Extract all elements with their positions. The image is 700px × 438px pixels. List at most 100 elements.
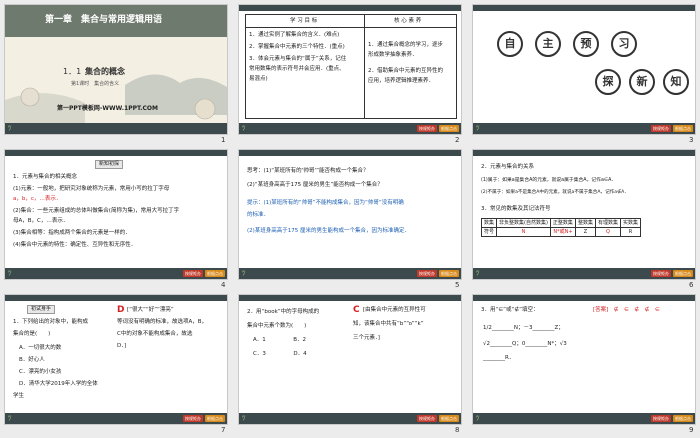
char-circle: 主 xyxy=(535,31,561,57)
slide-number: 1 xyxy=(221,136,226,144)
explanation-line: [由集合中元素的互异性可 xyxy=(363,307,426,313)
nav-button-exercise[interactable]: 按规矩办 xyxy=(183,415,203,422)
body-line: (2)“某班身高高于175 厘米的男生”能否构成一个集合？ xyxy=(247,182,383,188)
body-line: (1)属于：如果a是集合A的元素，就说a属于集合A，记作a∈A． xyxy=(481,178,617,183)
question-line: 集合中元素个数为( ) xyxy=(247,323,307,329)
char-circle: 预 xyxy=(573,31,599,57)
top-bar xyxy=(473,150,695,156)
leaf-icon: ﾂ xyxy=(8,124,12,132)
body-line: (2)不属于：如果a不是集合A中的元素，就说a不属于集合A，记作a∉A． xyxy=(481,190,629,195)
answer-letter: C xyxy=(353,305,360,315)
option-line: C．漂亮的小女孩 xyxy=(19,369,62,375)
slide-2[interactable]: 学 习 目 标 核 心 素 养 1．通过实例了解集合的含义．(难点) 2．掌握集… xyxy=(238,4,462,135)
nav-button-homework[interactable]: 根据点击 xyxy=(439,125,459,132)
table-header-cell: 数集 xyxy=(480,218,498,228)
explanation-line: 三个元素．] xyxy=(353,335,380,341)
top-bar xyxy=(239,295,461,301)
top-bar xyxy=(473,295,695,301)
slide-4[interactable]: 新知初探 1．元素与集合的相关概念 (1)元素：一般地，把研究对象统称为元素，常… xyxy=(4,149,228,280)
slide-3[interactable]: 自 主 预 习 探 新 知 ﾂ 按规矩办 根据点击 xyxy=(472,4,696,135)
body-line: (1)元素：一般地，把研究对象统称为元素，常用小写的拉丁字母 xyxy=(13,186,170,192)
core-line: 1．通过集合概念的学习，逐步 xyxy=(368,42,444,48)
nav-button-exercise[interactable]: 按规矩办 xyxy=(651,125,671,132)
question-line: 1/2________N；－3________Z； xyxy=(483,325,564,331)
nav-button-homework[interactable]: 根据点击 xyxy=(673,415,693,422)
option-line: A．一切很大的数 xyxy=(19,345,62,351)
top-bar xyxy=(5,295,227,301)
nav-button-exercise[interactable]: 按规矩办 xyxy=(417,415,437,422)
nav-button-homework[interactable]: 根据点击 xyxy=(439,270,459,277)
option-line: A．1 B．2 xyxy=(253,337,307,343)
body-line: 的标准． xyxy=(247,212,270,218)
leaf-icon: ﾂ xyxy=(476,414,480,422)
nav-button-homework[interactable]: 根据点击 xyxy=(673,270,693,277)
option-line: B．好心人 xyxy=(19,357,45,363)
explanation-line: [“很大”“好”“漂亮” xyxy=(127,307,174,313)
slide-6[interactable]: 2．元素与集合的关系 (1)属于：如果a是集合A的元素，就说a属于集合A，记作a… xyxy=(472,149,696,280)
table-cell: Z xyxy=(574,227,596,237)
core-head: 核 心 素 养 xyxy=(394,18,422,24)
body-line: (2)某班身高高于175 厘米的男生能构成一个集合，因为标准确定． xyxy=(247,228,411,234)
nav-button-homework[interactable]: 根据点击 xyxy=(205,270,225,277)
nav-button-homework[interactable]: 根据点击 xyxy=(673,125,693,132)
body-line: 2．元素与集合的关系 xyxy=(481,164,534,170)
option-line: C．3 D．4 xyxy=(253,351,307,357)
nav-button-exercise[interactable]: 按规矩办 xyxy=(417,270,437,277)
bottom-bar xyxy=(5,123,227,134)
body-line: (2)集合：一些元素组成的总体叫做集合(简称为集)，常用大写拉丁字 xyxy=(13,208,180,214)
top-bar xyxy=(473,5,695,11)
body-line: (4)集合中元素的特性：确定性、互异性和无序性． xyxy=(13,242,137,248)
table-header-cell: 非负整数集(自然数集) xyxy=(496,218,551,228)
core-line: 形成数学抽象素养． xyxy=(368,52,418,58)
nav-button-exercise[interactable]: 按规矩办 xyxy=(651,270,671,277)
explanation-line: D．] xyxy=(117,343,127,349)
goal-table: 学 习 目 标 核 心 素 养 1．通过实例了解集合的含义．(难点) 2．掌握集… xyxy=(245,14,457,119)
question-line: 集合的是( ) xyxy=(13,331,51,337)
slide-number: 6 xyxy=(689,281,694,289)
body-line: a，b，c，…表示． xyxy=(13,196,62,202)
leaf-icon: ﾂ xyxy=(476,124,480,132)
section-title: 集合的概念 xyxy=(85,67,125,76)
body-line: (3)集合相等：指构成两个集合的元素是一样的． xyxy=(13,230,131,236)
nav-button-exercise[interactable]: 按规矩办 xyxy=(417,125,437,132)
leaf-icon: ﾂ xyxy=(242,124,246,132)
body-line: 母A，B，C，…表示． xyxy=(13,218,69,224)
table-cell: R xyxy=(619,227,641,237)
slide-number: 3 xyxy=(689,136,694,144)
slide-8[interactable]: 2．用“book”中的字母构成的 集合中元素个数为( ) A．1 B．2 C．3… xyxy=(238,294,462,425)
body-line: 思考：(1)“某班所有的‘帅哥’”能否构成一个集合？ xyxy=(247,168,369,174)
nav-button-homework[interactable]: 根据点击 xyxy=(205,415,225,422)
slide-number: 8 xyxy=(455,426,460,434)
core-line: 应用，培养逻辑推理素养． xyxy=(368,78,435,84)
nav-button-exercise[interactable]: 按规矩办 xyxy=(651,415,671,422)
slide-1[interactable]: 第一章 集合与常用逻辑用语 1．1 集合的概念 第1课时 集合的含义 第一PPT… xyxy=(4,4,228,135)
question-line: 1．下列给出的对象中，能构成 xyxy=(13,319,89,325)
leaf-icon: ﾂ xyxy=(242,269,246,277)
slide-number: 5 xyxy=(455,281,460,289)
leaf-icon: ﾂ xyxy=(242,414,246,422)
top-bar xyxy=(239,150,461,156)
section-number: 1．1 xyxy=(63,67,82,76)
explanation-line: 知，该集合中共有“b”“o”“k” xyxy=(353,321,424,327)
char-circle: 自 xyxy=(497,31,523,57)
nav-button-exercise[interactable]: 按规矩办 xyxy=(183,270,203,277)
slide-7[interactable]: 初试身手 1．下列给出的对象中，能构成 集合的是( ) A．一切很大的数 B．好… xyxy=(4,294,228,425)
body-line: 3．常见的数集及其记法符号 xyxy=(481,206,551,212)
core-line: 2．借助集合中元素的互异性的 xyxy=(368,68,444,74)
top-bar xyxy=(5,150,227,156)
top-bar xyxy=(239,5,461,11)
slide-5[interactable]: 思考：(1)“某班所有的‘帅哥’”能否构成一个集合？ (2)“某班身高高于175… xyxy=(238,149,462,280)
nav-button-homework[interactable]: 根据点击 xyxy=(439,415,459,422)
char-circle: 探 xyxy=(595,69,621,95)
leaf-icon: ﾂ xyxy=(476,269,480,277)
answer-text: [答案] ∉ ∈ ∉ ∉ ∈ xyxy=(593,307,660,313)
slide-number: 2 xyxy=(455,136,460,144)
body-line: 1．元素与集合的相关概念 xyxy=(13,174,78,180)
table-header-cell: 实数集 xyxy=(619,218,641,228)
slide-9[interactable]: 3．用“∈”或“∉”填空： 1/2________N；－3________Z； … xyxy=(472,294,696,425)
question-line: √2________Q；0________N*；√3 xyxy=(483,341,567,347)
table-cell: N*或N+ xyxy=(549,227,576,237)
slide-number: 4 xyxy=(221,281,226,289)
question-line: ________R． xyxy=(483,355,515,361)
section-chip: 初试身手 xyxy=(27,305,56,314)
